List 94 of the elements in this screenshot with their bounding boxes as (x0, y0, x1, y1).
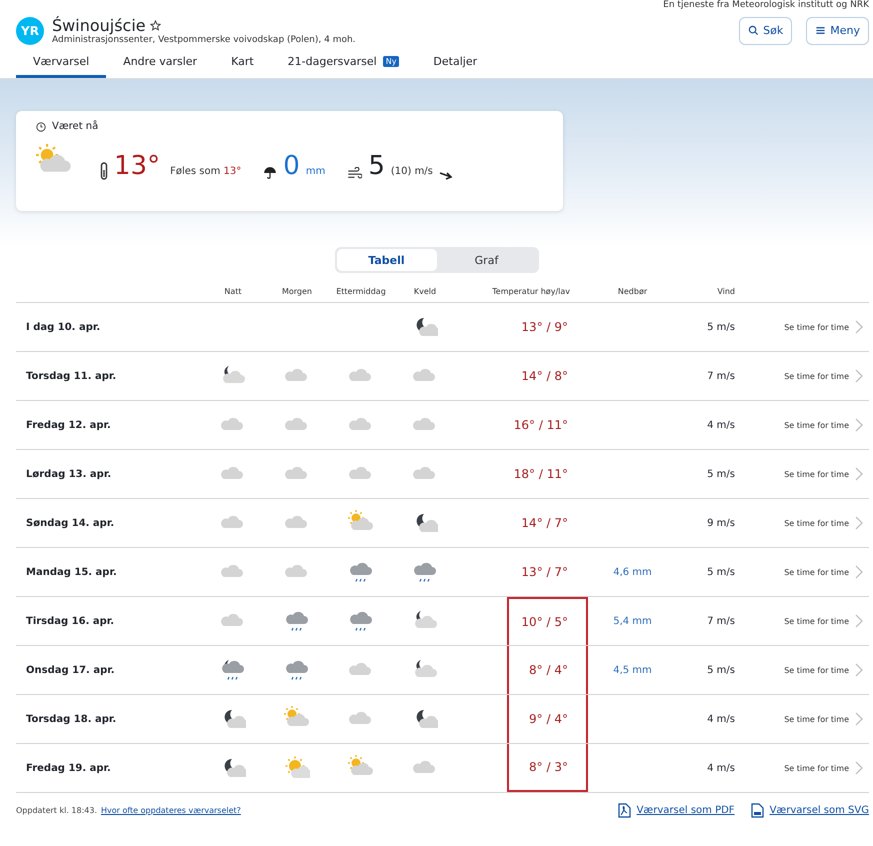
precipitation-amount: 4,5 mm (612, 664, 653, 676)
chevron-right-icon[interactable] (855, 663, 863, 677)
temperature-range: 16° / 11° (512, 417, 569, 434)
temperature-range: 13° / 9° (520, 319, 569, 336)
wind-direction-arrow-icon (438, 170, 453, 180)
precipitation-value: 0 (283, 152, 300, 180)
nav-tab[interactable]: 21-dagersvarsel Ny (270, 55, 416, 78)
wind-speed: 5 m/s (706, 566, 735, 578)
highlighted-temperature: 9° / 4° (507, 695, 588, 743)
feels-like-label: Føles som 13° (170, 166, 242, 177)
update-frequency-link[interactable]: Hvor ofte oppdateres værvarselet? (101, 806, 241, 815)
precipitation-unit: mm (306, 166, 326, 177)
current-temperature: 13° (114, 152, 160, 180)
wind-speed: 5 (368, 152, 385, 180)
location-subtitle: Administrasjonssenter, Vestpommerske voivodskap (Polen), 4 moh. (52, 35, 357, 45)
column-header: Temperatur høy/lav (491, 287, 570, 296)
search-icon (748, 25, 760, 36)
hourly-link[interactable]: Se time for time (735, 616, 849, 626)
day-label: Onsdag 17. apr. (26, 664, 116, 676)
chevron-right-icon[interactable] (855, 369, 863, 383)
hourly-link[interactable]: Se time for time (735, 666, 849, 674)
sun-cloud-icon (284, 755, 310, 781)
day-label: Fredag 12. apr. (26, 420, 112, 430)
menu-icon (815, 25, 826, 36)
temperature-range: 14° / 7° (520, 515, 569, 532)
column-header: Vind (716, 287, 735, 296)
menu-button[interactable]: Meny (806, 16, 869, 44)
view-toggle-option[interactable]: Tabell (336, 249, 436, 271)
wind-speed: 5 m/s (706, 468, 735, 480)
hourly-link[interactable]: Se time for time (735, 420, 849, 430)
document-icon (750, 803, 764, 818)
highlighted-temperature: 8° / 3° (507, 744, 588, 792)
wind-speed: 7 m/s (706, 370, 735, 382)
clock-icon (36, 122, 46, 132)
wind-gust: (10) m/s (390, 166, 433, 177)
column-header: Morgen (280, 287, 313, 296)
document-icon (618, 803, 631, 818)
wind-speed: 7 m/s (706, 616, 735, 626)
tagline: En tjeneste fra Meteorologisk institutt og NRK (663, 0, 870, 10)
hourly-link[interactable]: Se time for time (735, 372, 849, 380)
nav-tab[interactable]: Andre varsler (106, 55, 214, 78)
updated-text: Oppdatert kl. 18:43. (16, 806, 97, 815)
thermometer-icon (100, 162, 108, 180)
chevron-right-icon[interactable] (855, 614, 863, 628)
hourly-link[interactable]: Se time for time (735, 568, 849, 576)
day-label: Fredag 19. apr. (26, 762, 112, 774)
location-title: Świnoujście (52, 16, 146, 35)
nav-tab[interactable]: Detaljer (416, 55, 494, 78)
column-header: Natt (223, 287, 243, 296)
hourly-link[interactable]: Se time for time (735, 764, 849, 772)
temperature-range: 18° / 11° (512, 466, 569, 483)
day-label: I dag 10. apr. (26, 322, 102, 332)
wind-speed: 5 m/s (706, 664, 735, 676)
temperature-range: 13° / 7° (520, 564, 569, 581)
precipitation-amount: 5,4 mm (612, 616, 653, 626)
hourly-link[interactable]: Se time for time (735, 518, 849, 528)
pdf-download-link[interactable]: Værvarsel som PDF (618, 803, 735, 818)
star-icon[interactable] (150, 20, 161, 31)
chevron-right-icon[interactable] (855, 712, 863, 726)
column-header: Ettermiddag (335, 287, 387, 296)
hourly-link[interactable]: Se time for time (735, 322, 849, 332)
chevron-right-icon[interactable] (855, 565, 863, 579)
day-label: Tirsdag 16. apr. (26, 616, 116, 626)
nav-tab[interactable]: Kart (214, 55, 271, 78)
highlighted-temperature: 10° / 5° (507, 597, 588, 645)
wind-speed: 4 m/s (706, 714, 735, 724)
highlighted-temperature: 8° / 4° (507, 646, 588, 694)
chevron-right-icon[interactable] (855, 516, 863, 530)
chevron-right-icon[interactable] (855, 467, 863, 481)
precipitation-amount: 4,6 mm (612, 566, 653, 578)
chevron-right-icon[interactable] (855, 418, 863, 432)
hourly-link[interactable]: Se time for time (735, 470, 849, 478)
hourly-link[interactable]: Se time for time (735, 714, 849, 724)
day-label: Søndag 14. apr. (26, 518, 116, 528)
search-button[interactable]: Søk (739, 16, 792, 44)
day-label: Torsdag 11. apr. (26, 370, 118, 382)
day-label: Lørdag 13. apr. (26, 468, 112, 480)
chevron-right-icon[interactable] (855, 320, 863, 334)
column-header: Nedbør (616, 287, 648, 296)
new-badge: Ny (382, 56, 400, 67)
view-toggle-option[interactable]: Graf (436, 249, 536, 271)
column-header: Kveld (412, 287, 438, 296)
wind-speed: 4 m/s (706, 762, 735, 774)
wind-speed: 5 m/s (706, 322, 735, 332)
wind-speed: 9 m/s (706, 518, 735, 528)
day-label: Torsdag 18. apr. (26, 714, 118, 724)
umbrella-icon (263, 166, 278, 180)
wind-icon (347, 167, 362, 180)
card-title: Været nå (52, 121, 98, 132)
temperature-range: 14° / 8° (520, 368, 569, 385)
chevron-right-icon[interactable] (855, 761, 863, 775)
day-label: Mandag 15. apr. (26, 566, 118, 578)
svg-download-link[interactable]: Værvarsel som SVG (750, 803, 869, 818)
wind-speed: 4 m/s (706, 420, 735, 430)
